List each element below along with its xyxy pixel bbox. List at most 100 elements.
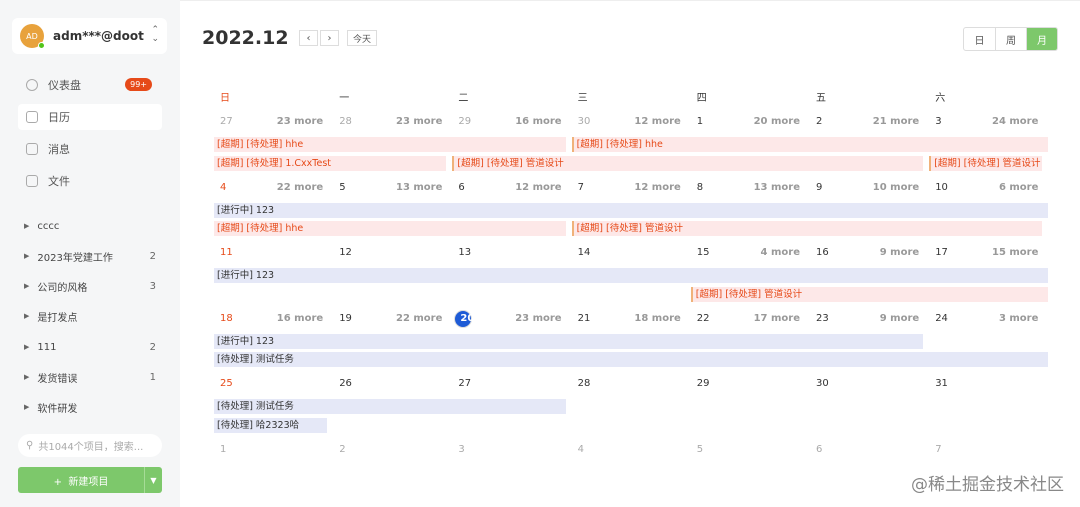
day-number[interactable]: 1 (220, 444, 226, 455)
more-events-link[interactable]: 24 more (968, 116, 1038, 127)
day-number[interactable]: 26 (339, 378, 352, 389)
today-date[interactable]: 20 (454, 309, 474, 328)
chevron-updown-icon[interactable]: ⌃ ⌄ (151, 26, 159, 44)
day-number[interactable]: 24 (935, 313, 948, 324)
caret-right-icon[interactable]: ▶ (24, 282, 29, 290)
calendar-event[interactable]: [进行中] 123 (214, 333, 924, 349)
more-events-link[interactable]: 9 more (849, 247, 919, 258)
calendar-event[interactable]: [超期] [待处理] hhe (571, 137, 1049, 152)
day-number[interactable]: 27 (220, 116, 233, 127)
project-item[interactable]: ▶ 发货错误 1 (24, 367, 158, 387)
day-number[interactable]: 16 (816, 247, 829, 258)
caret-right-icon[interactable]: ▶ (24, 252, 29, 260)
calendar-event[interactable]: [超期] [待处理] 管道设计 (452, 155, 924, 171)
account-switcher[interactable]: AD adm***@doot... ⌃⌄ (12, 18, 167, 54)
calendar-event[interactable]: [待处理] 测试任务 (214, 399, 566, 414)
day-number[interactable]: 4 (578, 444, 584, 455)
more-events-link[interactable]: 12 more (492, 182, 561, 193)
day-number[interactable]: 6 (816, 444, 822, 455)
nav-item-dashboard[interactable]: 仪表盘 99+ (18, 72, 162, 98)
more-events-link[interactable]: 3 more (968, 313, 1038, 324)
day-number[interactable]: 1 (697, 116, 703, 127)
day-number[interactable]: 3 (458, 444, 464, 455)
more-events-link[interactable]: 18 more (611, 313, 680, 324)
calendar-event[interactable]: [超期] [待处理] 管道设计 (690, 286, 1049, 302)
new-project-button[interactable]: + 新建项目 ▼ (18, 467, 162, 493)
more-events-link[interactable]: 23 more (492, 313, 561, 324)
more-events-link[interactable]: 12 more (611, 116, 680, 127)
caret-right-icon[interactable]: ▶ (24, 222, 29, 230)
day-number[interactable]: 23 (816, 313, 829, 324)
day-number[interactable]: 13 (458, 247, 471, 258)
day-number[interactable]: 2 (339, 444, 345, 455)
day-number[interactable]: 29 (697, 378, 710, 389)
more-events-link[interactable]: 9 more (849, 313, 919, 324)
more-events-link[interactable]: 23 more (372, 116, 442, 127)
day-number[interactable]: 17 (935, 247, 948, 258)
day-number[interactable]: 19 (339, 313, 352, 324)
more-events-link[interactable]: 16 more (492, 116, 561, 127)
day-number[interactable]: 9 (816, 182, 822, 193)
project-item[interactable]: ▶ cccc (24, 216, 158, 236)
nav-item-files[interactable]: 文件 (18, 168, 162, 194)
day-number[interactable]: 28 (578, 378, 591, 389)
day-number[interactable]: 2 (816, 116, 822, 127)
calendar-event[interactable]: [待处理] 哈2323哈 (214, 417, 328, 433)
day-number[interactable]: 30 (578, 116, 591, 127)
day-number[interactable]: 27 (458, 378, 471, 389)
day-number[interactable]: 8 (697, 182, 703, 193)
project-item[interactable]: ▶ 2023年党建工作 2 (24, 246, 158, 266)
chevron-down-icon[interactable]: ▼ (144, 467, 162, 493)
project-search[interactable]: ⚲ 共1044个项目，搜索... (18, 434, 162, 457)
caret-right-icon[interactable]: ▶ (24, 343, 29, 351)
day-number[interactable]: 15 (697, 247, 710, 258)
day-number[interactable]: 12 (339, 247, 352, 258)
day-number[interactable]: 25 (220, 378, 233, 389)
calendar-event[interactable]: [超期] [待处理] 1.CxxTest (214, 155, 447, 171)
more-events-link[interactable]: 13 more (730, 182, 800, 193)
project-item[interactable]: ▶ 111 2 (24, 337, 158, 357)
calendar-event[interactable]: [超期] [待处理] 管道设计 (929, 155, 1043, 171)
more-events-link[interactable]: 13 more (372, 182, 442, 193)
calendar-event[interactable]: [超期] [待处理] hhe (214, 137, 566, 152)
more-events-link[interactable]: 20 more (730, 116, 800, 127)
more-events-link[interactable]: 10 more (849, 182, 919, 193)
more-events-link[interactable]: 17 more (730, 313, 800, 324)
day-number[interactable]: 18 (220, 313, 233, 324)
day-number[interactable]: 11 (220, 247, 233, 258)
day-number[interactable]: 30 (816, 378, 829, 389)
caret-right-icon[interactable]: ▶ (24, 373, 29, 381)
project-item[interactable]: ▶ 公司的风格 3 (24, 276, 158, 296)
more-events-link[interactable]: 16 more (253, 313, 323, 324)
more-events-link[interactable]: 6 more (968, 182, 1038, 193)
day-number[interactable]: 21 (578, 313, 591, 324)
day-number[interactable]: 14 (578, 247, 591, 258)
nav-item-messages[interactable]: 消息 (18, 136, 162, 162)
more-events-link[interactable]: 23 more (253, 116, 323, 127)
day-number[interactable]: 4 (220, 182, 226, 193)
calendar-event[interactable]: [超期] [待处理] hhe (214, 221, 566, 236)
more-events-link[interactable]: 21 more (849, 116, 919, 127)
calendar-event[interactable]: [超期] [待处理] 管道设计 (571, 221, 1043, 236)
nav-item-calendar[interactable]: 日历 (18, 104, 162, 130)
calendar-event[interactable]: [待处理] 测试任务 (214, 352, 1049, 367)
day-number[interactable]: 3 (935, 116, 941, 127)
caret-right-icon[interactable]: ▶ (24, 312, 29, 320)
day-number[interactable]: 7 (578, 182, 584, 193)
calendar-event[interactable]: [进行中] 123 (214, 268, 1049, 283)
day-number[interactable]: 29 (458, 116, 471, 127)
calendar-event[interactable]: [进行中] 123 (214, 202, 1049, 218)
day-number[interactable]: 7 (935, 444, 941, 455)
more-events-link[interactable]: 22 more (372, 313, 442, 324)
more-events-link[interactable]: 4 more (730, 247, 800, 258)
more-events-link[interactable]: 12 more (611, 182, 680, 193)
project-item[interactable]: ▶ 软件研发 (24, 397, 158, 417)
day-number[interactable]: 22 (697, 313, 710, 324)
more-events-link[interactable]: 15 more (968, 247, 1038, 258)
day-number[interactable]: 5 (697, 444, 703, 455)
day-number[interactable]: 6 (458, 182, 464, 193)
day-number[interactable]: 10 (935, 182, 948, 193)
caret-right-icon[interactable]: ▶ (24, 403, 29, 411)
more-events-link[interactable]: 22 more (253, 182, 323, 193)
day-number[interactable]: 5 (339, 182, 345, 193)
